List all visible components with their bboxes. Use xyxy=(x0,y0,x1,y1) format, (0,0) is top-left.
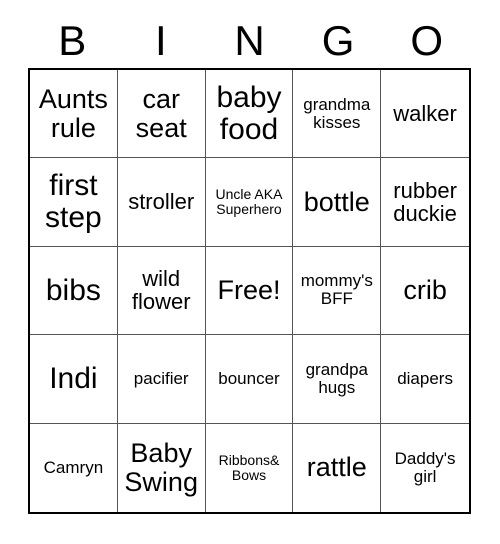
bingo-cell-g5[interactable]: rattle xyxy=(293,423,382,512)
bingo-cell-o4[interactable]: diapers xyxy=(381,335,469,424)
bingo-cell-label: grandpa hugs xyxy=(305,359,368,397)
bingo-cell-n4[interactable]: bouncer xyxy=(205,335,294,424)
bingo-cell-n5[interactable]: Ribbons& Bows xyxy=(205,423,294,512)
bingo-cell-o2[interactable]: rubber duckie xyxy=(381,158,469,247)
bingo-cell-label: grandma kisses xyxy=(303,94,371,132)
bingo-cell-label: wild flower xyxy=(131,266,191,315)
bingo-grid: Aunts rule car seat baby food grandma ki… xyxy=(28,68,471,514)
bingo-cell-i3[interactable]: wild flower xyxy=(117,246,206,336)
header-letter-n: N xyxy=(234,17,265,64)
bingo-cell-b1[interactable]: Aunts rule xyxy=(30,70,118,159)
bingo-cell-label: Baby Swing xyxy=(124,438,198,497)
bingo-cell-label: rattle xyxy=(306,452,367,483)
bingo-cell-label: Camryn xyxy=(43,457,104,477)
bingo-cell-label: baby food xyxy=(216,80,282,146)
bingo-cell-label: bibs xyxy=(45,273,101,307)
bingo-cell-label: bottle xyxy=(303,186,370,217)
bingo-cell-label: Aunts rule xyxy=(38,84,108,143)
bingo-cell-b4[interactable]: Indi xyxy=(30,335,118,424)
bingo-cell-n2[interactable]: Uncle AKA Superhero xyxy=(205,158,294,247)
bingo-cell-i4[interactable]: pacifier xyxy=(117,335,206,424)
bingo-cell-label: stroller xyxy=(128,189,195,215)
bingo-cell-label: rubber duckie xyxy=(393,177,457,227)
bingo-cell-free-space[interactable]: Free! xyxy=(205,246,294,336)
bingo-cell-g1[interactable]: grandma kisses xyxy=(293,70,382,159)
bingo-cell-label: walker xyxy=(393,101,457,127)
bingo-cell-i1[interactable]: car seat xyxy=(117,70,206,159)
bingo-cell-label: Indi xyxy=(49,361,98,395)
bingo-card: B I N G O Aunts rule car seat baby food … xyxy=(0,0,500,544)
bingo-cell-label: bouncer xyxy=(218,368,280,388)
header-letter-g: G xyxy=(321,17,355,64)
bingo-cell-o3[interactable]: crib xyxy=(381,246,469,336)
bingo-cell-label: mommy's BFF xyxy=(300,271,373,309)
bingo-cell-label: diapers xyxy=(397,368,453,388)
header-letter-b: B xyxy=(58,17,87,64)
bingo-header: B I N G O xyxy=(28,14,471,68)
bingo-cell-o5[interactable]: Daddy's girl xyxy=(381,423,469,512)
bingo-cell-label: car seat xyxy=(135,84,187,143)
bingo-cell-b3[interactable]: bibs xyxy=(30,246,118,336)
bingo-cell-label: pacifier xyxy=(133,368,189,388)
free-space-label: Free! xyxy=(217,275,281,306)
bingo-cell-i5[interactable]: Baby Swing xyxy=(117,423,206,512)
bingo-cell-label: first step xyxy=(45,169,102,235)
bingo-cell-n1[interactable]: baby food xyxy=(205,70,294,159)
header-letter-i: I xyxy=(155,17,167,64)
bingo-cell-g4[interactable]: grandpa hugs xyxy=(293,335,382,424)
bingo-cell-o1[interactable]: walker xyxy=(381,70,469,159)
bingo-cell-label: Uncle AKA Superhero xyxy=(215,186,283,218)
bingo-cell-b5[interactable]: Camryn xyxy=(30,423,118,512)
header-letter-o: O xyxy=(410,17,443,64)
bingo-cell-label: Daddy's girl xyxy=(394,448,456,486)
bingo-cell-i2[interactable]: stroller xyxy=(117,158,206,247)
bingo-cell-label: crib xyxy=(403,275,447,306)
bingo-cell-g3[interactable]: mommy's BFF xyxy=(293,246,382,336)
bingo-cell-g2[interactable]: bottle xyxy=(293,158,382,247)
bingo-cell-label: Ribbons& Bows xyxy=(218,451,280,483)
bingo-cell-b2[interactable]: first step xyxy=(30,158,118,247)
